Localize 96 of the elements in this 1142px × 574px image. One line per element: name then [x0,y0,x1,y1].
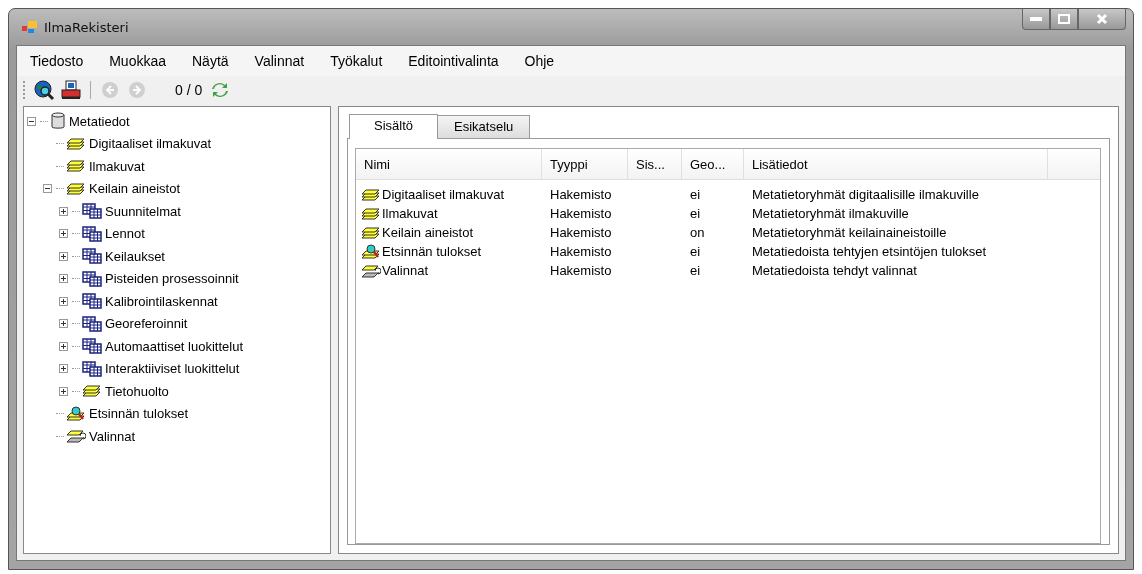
expand-toggle[interactable] [59,319,70,329]
table-cell: ei [690,263,701,278]
expand-toggle[interactable] [59,296,70,306]
table-icon [82,270,102,287]
tree-item[interactable]: Ilmakuvat [88,158,146,174]
tree-item[interactable]: Automaattiset luokittelut [104,338,245,354]
maximize-icon [1058,14,1070,24]
layers-magnifier-icon [66,405,86,422]
layers-icon [361,205,381,222]
selection-icon [66,428,86,445]
table-cell: Metatiedoista tehdyt valinnat [752,263,917,278]
table-cell: Metatietoryhmät digitaalisille ilmakuville [752,187,979,202]
table-cell: Hakemisto [550,263,612,278]
expand-toggle[interactable] [59,206,70,216]
tree-item[interactable]: Kalibrointilaskennat [104,293,219,309]
layers-icon [361,186,381,203]
column-header[interactable]: Tyyppi [542,149,628,179]
selection-icon [361,262,381,279]
tree-item[interactable]: Valinnat [88,428,136,444]
column-header[interactable]: Geo... [682,149,744,179]
menu-item[interactable]: Muokkaa [109,53,166,69]
tree-item[interactable]: Georeferoinnit [104,316,189,332]
close-icon [1096,13,1108,25]
window-title: IlmaRekisteri [44,19,129,35]
minimize-button[interactable] [1022,9,1050,30]
expand-toggle[interactable] [59,229,70,239]
layers-icon [66,158,86,175]
refresh-icon[interactable] [211,81,230,99]
toolbar-button[interactable] [33,79,55,101]
table-cell: Hakemisto [550,244,612,259]
menu-item[interactable]: Tiedosto [30,53,84,69]
table-cell: Metatiedoista tehtyjen etsintöjen tulokset [752,244,987,259]
menu-item[interactable]: Valinnat [254,53,305,69]
table-cell: ei [690,187,701,202]
table-icon [82,203,102,220]
column-header[interactable]: Nimi [356,149,542,179]
table-cell: Hakemisto [550,187,612,202]
tree-item[interactable]: Keilaukset [104,248,166,264]
table-cell: Digitaaliset ilmakuvat [382,187,505,202]
table-cell: Keilain aineistot [382,225,474,240]
tree-item[interactable]: Metatiedot [68,113,131,129]
table-icon [82,360,102,377]
collapse-toggle[interactable] [43,184,54,194]
table-cell: on [690,225,705,240]
tree-item[interactable]: Tietohuolto [104,383,170,399]
tab[interactable]: Esikatselu [437,115,531,138]
minimize-icon [1030,17,1042,21]
column-header[interactable]: Lisätiedot [744,149,1048,179]
table-cell: ei [690,244,701,259]
printer-icon [60,79,82,101]
tree-item[interactable]: Digitaaliset ilmakuvat [88,136,213,152]
globe-search-icon [33,79,55,101]
collapse-toggle[interactable] [27,116,38,126]
back-icon [99,79,121,101]
tree-item[interactable]: Lennot [104,226,146,242]
app-icon [22,20,38,34]
table-icon [82,338,102,355]
maximize-button[interactable] [1050,9,1078,30]
table-cell: Hakemisto [550,206,612,221]
layers-magnifier-icon [361,243,381,260]
table-icon [82,293,102,310]
tree-item[interactable]: Keilain aineistot [88,181,182,197]
table-cell: Valinnat [382,263,428,278]
forward-icon [126,79,148,101]
table-icon [82,225,102,242]
column-header[interactable]: Sis... [628,149,682,179]
close-button[interactable] [1078,9,1126,30]
expand-toggle[interactable] [59,341,70,351]
table-cell: Ilmakuvat [382,206,438,221]
table-cell: Hakemisto [550,225,612,240]
table-cell: Metatietoryhmät keilainaineistoille [752,225,947,240]
table-cell: ei [690,206,701,221]
record-counter: 0 / 0 [174,82,204,98]
tree-item[interactable]: Interaktiiviset luokittelut [104,361,241,377]
menu-item[interactable]: Näytä [192,53,229,69]
expand-toggle[interactable] [59,386,70,396]
expand-toggle[interactable] [59,251,70,261]
layers-icon [66,180,86,197]
expand-toggle[interactable] [59,364,70,374]
table-icon [82,315,102,332]
layers-icon [66,135,86,152]
layers-icon [361,224,381,241]
database-icon [50,112,66,131]
table-cell: Etsinnän tulokset [382,244,481,259]
table-icon [82,248,102,265]
layers-icon [82,383,102,400]
tree-item[interactable]: Pisteiden prosessoinnit [104,271,240,287]
menu-item[interactable]: Työkalut [330,53,383,69]
menu-item[interactable]: Editointivalinta [408,53,499,69]
tree-item[interactable]: Suunnitelmat [104,203,182,219]
expand-toggle[interactable] [59,274,70,284]
tree-item[interactable]: Etsinnän tulokset [88,406,189,422]
table-cell: Metatietoryhmät ilmakuville [752,206,909,221]
menu-item[interactable]: Ohje [524,53,555,69]
toolbar-button[interactable] [60,79,82,101]
tab[interactable]: Sisältö [349,114,439,139]
